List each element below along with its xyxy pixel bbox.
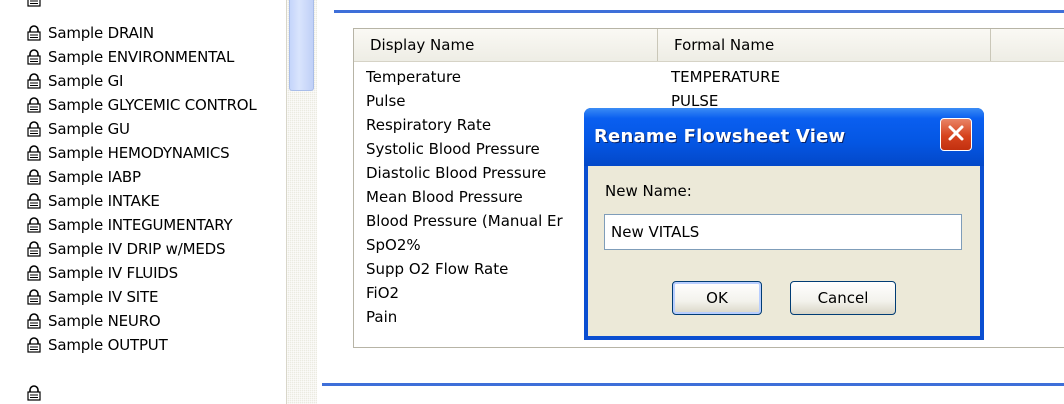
tree-item[interactable]: Sample INTEGUMENTARY: [26, 213, 233, 237]
scrollbar-thumb[interactable]: [289, 0, 314, 91]
tree-item-label: Sample INTAKE: [48, 192, 160, 210]
dialog-title: Rename Flowsheet View: [594, 126, 846, 147]
tree-item-label: Sample ENVIRONMENTAL: [48, 48, 235, 66]
tree-item-label: Sample HEMODYNAMICS: [48, 144, 230, 162]
tree-item-partial[interactable]: [26, 0, 48, 11]
tree-item[interactable]: Sample HEMODYNAMICS: [26, 141, 230, 165]
lock-icon: [26, 289, 42, 305]
lock-icon: [26, 217, 42, 233]
tree-item-label: Sample IV SITE: [48, 288, 159, 306]
tree-item[interactable]: Sample NEURO: [26, 309, 161, 333]
lock-icon: [26, 337, 42, 353]
new-name-input[interactable]: [604, 214, 962, 250]
tree-scrollbar[interactable]: [286, 0, 317, 404]
dialog-titlebar[interactable]: Rename Flowsheet View: [584, 108, 984, 166]
lock-icon: [26, 49, 42, 65]
column-header-formal-name[interactable]: Formal Name: [658, 29, 991, 61]
dialog-body: New Name: OK Cancel: [588, 166, 980, 336]
lock-icon: [26, 97, 42, 113]
tree-item-label: Sample GI: [48, 72, 124, 90]
lock-icon: [26, 121, 42, 137]
rename-dialog: Rename Flowsheet View New Name: OK Cance…: [584, 108, 984, 340]
new-name-label: New Name:: [605, 182, 692, 200]
column-header-display-name[interactable]: Display Name: [354, 29, 658, 61]
lock-icon: [26, 265, 42, 281]
tree-item-label: Sample INTEGUMENTARY: [48, 216, 233, 234]
tree-item-label: Sample IABP: [48, 168, 141, 186]
tree-item-label: Sample IV FLUIDS: [48, 264, 178, 282]
tree-item[interactable]: [26, 381, 48, 404]
tree-item-label: Sample IV DRIP w/MEDS: [48, 240, 226, 258]
tree-item[interactable]: Sample GU: [26, 117, 130, 141]
lock-icon: [26, 169, 42, 185]
lock-icon: [26, 241, 42, 257]
tree-item[interactable]: Sample IV FLUIDS: [26, 261, 178, 285]
tree-item[interactable]: Sample IABP: [26, 165, 141, 189]
tree-item-label: Sample DRAIN: [48, 24, 154, 42]
tree-item-label: Sample GLYCEMIC CONTROL: [48, 96, 257, 114]
section-divider-top: [334, 10, 1064, 13]
row-display-name[interactable]: Temperature: [366, 65, 656, 89]
grid-header: Display Name Formal Name: [354, 29, 1064, 62]
cancel-button[interactable]: Cancel: [790, 281, 896, 315]
flowsheet-tree: Sample DRAIN Sample ENVIRONMENTAL Sample…: [0, 0, 286, 404]
lock-icon: [26, 385, 42, 401]
lock-icon: [26, 193, 42, 209]
tree-item[interactable]: Sample GLYCEMIC CONTROL: [26, 93, 257, 117]
tree-item-label: Sample GU: [48, 120, 130, 138]
row-formal-name[interactable]: TEMPERATURE: [671, 65, 971, 89]
tree-item[interactable]: Sample INTAKE: [26, 189, 160, 213]
lock-icon: [26, 73, 42, 89]
section-divider-bottom: [322, 383, 1064, 386]
ok-button[interactable]: OK: [672, 281, 762, 315]
tree-item[interactable]: Sample ENVIRONMENTAL: [26, 45, 234, 69]
lock-icon: [26, 25, 42, 41]
tree-item[interactable]: Sample GI: [26, 69, 123, 93]
tree-item[interactable]: Sample DRAIN: [26, 21, 154, 45]
close-button[interactable]: [940, 118, 972, 151]
lock-icon: [26, 145, 42, 161]
lock-icon: [26, 0, 42, 7]
row-display-name[interactable]: Blood Pressure (Manual Er: [366, 209, 588, 233]
tree-item-label: Sample NEURO: [48, 312, 161, 330]
lock-icon: [26, 313, 42, 329]
tree-item-label: Sample OUTPUT: [48, 336, 168, 354]
tree-item[interactable]: Sample OUTPUT: [26, 333, 168, 357]
close-icon: [947, 124, 965, 146]
tree-item[interactable]: Sample IV SITE: [26, 285, 158, 309]
tree-item[interactable]: Sample IV DRIP w/MEDS: [26, 237, 225, 261]
